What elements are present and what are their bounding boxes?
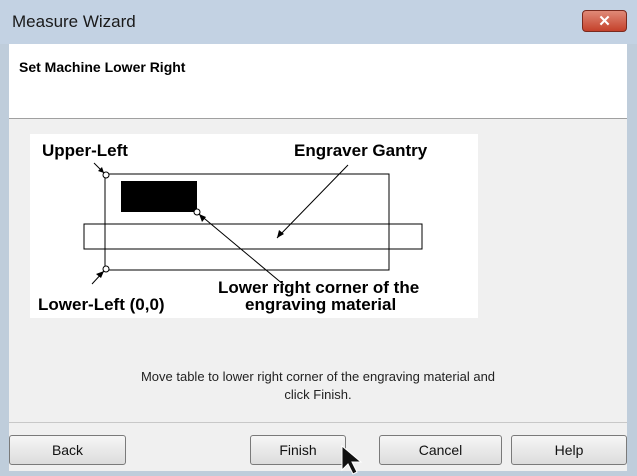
close-button[interactable]: ✕ — [582, 10, 627, 32]
gantry-bar — [83, 223, 423, 250]
gantry-label: Engraver Gantry — [294, 141, 428, 160]
help-button[interactable]: Help — [511, 435, 627, 465]
machine-diagram: Upper-Left Engraver Gantry Lower right c… — [30, 134, 478, 318]
instruction-line-2: click Finish. — [284, 387, 352, 402]
engraving-material — [121, 181, 197, 212]
close-icon: ✕ — [598, 13, 611, 30]
mouse-pointer-icon — [341, 444, 363, 475]
lower-right-label-line2: engraving material — [245, 295, 397, 314]
finish-button[interactable]: Finish — [250, 435, 346, 465]
window-title: Measure Wizard — [12, 12, 136, 31]
cancel-button[interactable]: Cancel — [379, 435, 502, 465]
instruction-line-1: Move table to lower right corner of the … — [140, 369, 496, 384]
instruction-text: Move table to lower right corner of the … — [9, 368, 627, 404]
lower-right-label-line1: Lower right corner of the — [218, 278, 420, 297]
button-bar: Back Finish Cancel Help — [9, 422, 627, 471]
wizard-header: Set Machine Lower Right — [9, 44, 627, 119]
measure-wizard-window: Measure Wizard ✕ Set Machine Lower Right — [0, 0, 637, 476]
back-button[interactable]: Back — [9, 435, 126, 465]
material-arrowhead — [199, 214, 206, 222]
wizard-content: Upper-Left Engraver Gantry Lower right c… — [9, 119, 627, 422]
title-bar[interactable]: Measure Wizard ✕ — [0, 0, 637, 44]
step-title: Set Machine Lower Right — [19, 59, 186, 75]
gantry-leader — [276, 164, 349, 239]
lower-left-label: Lower-Left (0,0) — [38, 295, 165, 314]
upper-left-label: Upper-Left — [42, 141, 128, 160]
lower-left-arrowhead — [96, 271, 104, 278]
